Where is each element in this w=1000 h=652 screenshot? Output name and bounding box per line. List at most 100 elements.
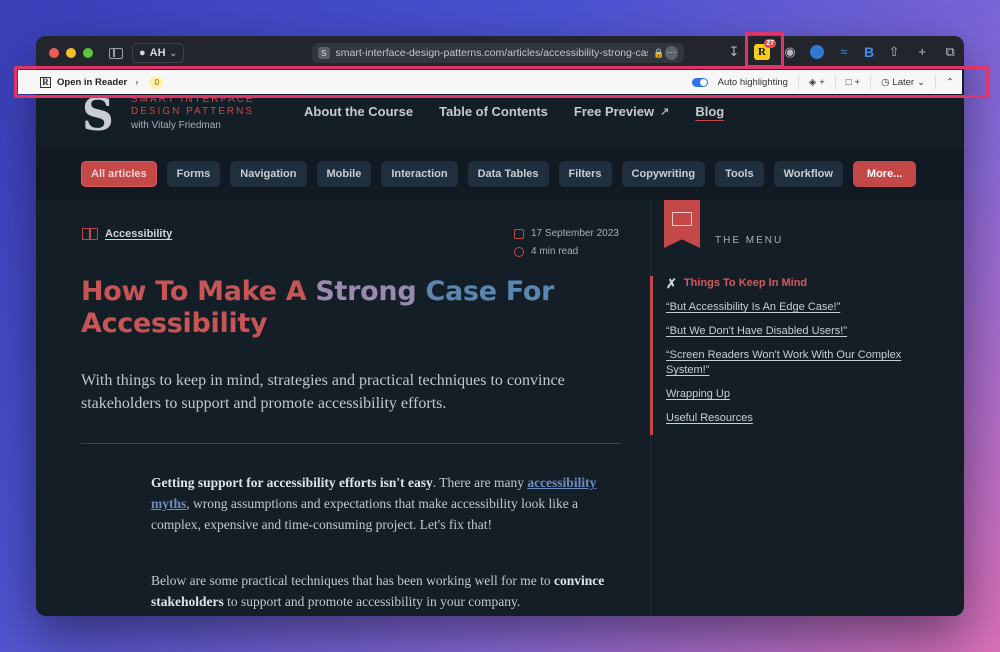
toc-item-label: Useful Resources — [666, 412, 753, 424]
sidebar-toggle-icon[interactable] — [109, 47, 123, 59]
article-divider — [81, 443, 621, 444]
auto-highlighting-toggle[interactable] — [691, 77, 708, 87]
calendar-icon — [514, 228, 524, 239]
category-navigation[interactable]: Navigation — [230, 161, 307, 187]
category-forms[interactable]: Forms — [166, 161, 221, 187]
toc-item-screen-readers[interactable]: “Screen Readers Won't Work With Our Comp… — [650, 348, 930, 387]
download-icon[interactable]: ↧ — [726, 44, 742, 60]
profile-button[interactable]: ● AH ⌄ — [132, 43, 185, 63]
reader-bar: R Open in Reader › 0 Auto highlighting ◈… — [18, 70, 962, 94]
nav-blog[interactable]: Blog — [695, 104, 724, 119]
zoom-window-button[interactable] — [83, 48, 93, 58]
separator — [935, 75, 937, 89]
browser-titlebar: ● AH ⌄ S smart-interface-design-patterns… — [36, 36, 964, 70]
tab-overview-icon[interactable]: ⧉ — [942, 44, 958, 60]
category-filters[interactable]: Filters — [558, 161, 612, 187]
close-window-button[interactable] — [49, 48, 59, 58]
chevron-down-icon: ⌄ — [917, 76, 926, 88]
share-icon[interactable]: ⇧ — [886, 44, 902, 60]
site-header: S SMART INTERFACE DESIGN PATTERNS with V… — [36, 94, 964, 148]
plus-icon: + — [819, 76, 825, 88]
title-part-2: Strong — [315, 276, 426, 307]
extension-shield-icon[interactable]: ◉ — [782, 44, 798, 60]
p2-text-a: Below are some practical techniques that… — [151, 573, 554, 588]
later-button[interactable]: ◷ Later ⌄ — [881, 77, 925, 88]
toc-item-things-to-keep-in-mind[interactable]: ✗ Things To Keep In Mind — [650, 276, 930, 300]
article-subtitle: With things to keep in mind, strategies … — [81, 372, 565, 412]
chevron-right-icon[interactable]: › — [135, 77, 138, 88]
nav-about-course[interactable]: About the Course — [304, 104, 413, 119]
collapse-reader-bar-button[interactable]: ⌃ — [946, 77, 954, 88]
logo-text: SMART INTERFACE DESIGN PATTERNS — [131, 94, 255, 118]
nav-free-preview[interactable]: Free Preview ↗ — [574, 104, 669, 119]
main-nav: About the Course Table of Contents Free … — [304, 104, 750, 119]
title-part-3: Case For — [425, 276, 555, 307]
tag-icon: ◈ — [808, 76, 817, 88]
reader-bar-actions: Auto highlighting ◈ + □ + ◷ Later ⌄ ⌃ — [691, 75, 954, 89]
auto-highlighting-label: Auto highlighting — [717, 76, 788, 88]
article-read-time: 4 min read — [514, 246, 578, 257]
toc-item-edge-case[interactable]: “But Accessibility Is An Edge Case!” — [650, 300, 930, 324]
site-logo[interactable]: S — [82, 94, 114, 138]
site-favicon-icon: S — [318, 47, 330, 59]
article-title: How To Make A Strong Case For Accessibili… — [81, 276, 601, 340]
article-date-text: 17 September 2023 — [531, 228, 619, 239]
category-tools[interactable]: Tools — [715, 161, 764, 187]
extension-s-icon[interactable]: ≈ — [836, 44, 852, 60]
toc-item-useful-resources[interactable]: Useful Resources — [650, 411, 930, 435]
p2-text-b: to support and promote accessibility in … — [223, 594, 521, 609]
new-tab-icon[interactable]: + — [914, 44, 930, 60]
separator — [870, 75, 872, 89]
article-paragraph-2: Below are some practical techniques that… — [151, 570, 621, 612]
toc-item-disabled-users[interactable]: “But We Don't Have Disabled Users!” — [650, 324, 930, 348]
logo-author: with Vitaly Friedman — [131, 120, 221, 131]
category-all-articles[interactable]: All articles — [81, 161, 157, 187]
category-copywriting[interactable]: Copywriting — [621, 161, 706, 187]
extension-b-icon[interactable]: B — [864, 44, 874, 60]
toolbar-icons: ↧ R 27 ◉ ≈ B ⇧ + ⧉ — [726, 39, 958, 60]
profile-label: AH — [149, 47, 166, 59]
category-more-button[interactable]: More... — [852, 161, 917, 187]
article-date: 17 September 2023 — [514, 228, 619, 239]
minimize-window-button[interactable] — [66, 48, 76, 58]
menu-title: THE MENU — [715, 235, 784, 246]
lock-icon: 🔒 — [653, 47, 665, 58]
toc-item-label: “But We Don't Have Disabled Users!” — [666, 325, 848, 337]
book-icon — [82, 228, 98, 240]
toc-item-wrapping-up[interactable]: Wrapping Up — [650, 387, 930, 411]
comment-icon: □ — [845, 76, 852, 88]
extension-globe-icon[interactable] — [810, 45, 824, 59]
page-menu-icon[interactable]: ··· — [664, 46, 678, 60]
address-bar[interactable]: S smart-interface-design-patterns.com/ar… — [312, 43, 684, 63]
browser-window: ● AH ⌄ S smart-interface-design-patterns… — [36, 36, 964, 616]
toc-item-label: Wrapping Up — [666, 388, 730, 400]
category-mobile[interactable]: Mobile — [316, 161, 372, 187]
chevron-down-icon: ⌄ — [169, 47, 178, 58]
toc-item-label: Things To Keep In Mind — [683, 277, 808, 289]
separator — [834, 75, 836, 89]
url-text: smart-interface-design-patterns.com/arti… — [335, 47, 649, 59]
article-paragraph-1: Getting support for accessibility effort… — [151, 472, 621, 535]
p1-text-a: . There are many — [432, 475, 528, 490]
open-in-reader-button[interactable]: Open in Reader — [57, 77, 127, 88]
article-category-link[interactable]: Accessibility — [105, 228, 172, 240]
add-tag-button[interactable]: ◈ + — [809, 77, 825, 88]
logo-line-1: SMART INTERFACE — [131, 94, 255, 105]
plus-icon: + — [854, 76, 861, 88]
later-label: Later — [892, 76, 915, 88]
person-icon: ● — [139, 47, 146, 59]
category-interaction[interactable]: Interaction — [381, 161, 458, 187]
add-note-button[interactable]: □ + — [846, 77, 860, 88]
category-data-tables[interactable]: Data Tables — [467, 161, 549, 187]
nav-free-preview-label: Free Preview — [573, 104, 655, 119]
p1-bold: Getting support for accessibility effort… — [151, 475, 433, 490]
p1-text-b: , wrong assumptions and expectations tha… — [151, 496, 579, 532]
nav-table-of-contents[interactable]: Table of Contents — [439, 104, 548, 119]
category-strip: All articles Forms Navigation Mobile Int… — [36, 148, 964, 200]
table-of-contents: ✗ Things To Keep In Mind “But Accessibil… — [650, 276, 930, 435]
toc-item-label: “But Accessibility Is An Edge Case!” — [666, 301, 841, 313]
category-workflow[interactable]: Workflow — [773, 161, 843, 187]
chevron-up-icon: ⌃ — [946, 76, 954, 88]
readwise-extension-icon[interactable]: R 27 — [754, 39, 776, 60]
logo-line-2: DESIGN PATTERNS — [131, 106, 254, 117]
